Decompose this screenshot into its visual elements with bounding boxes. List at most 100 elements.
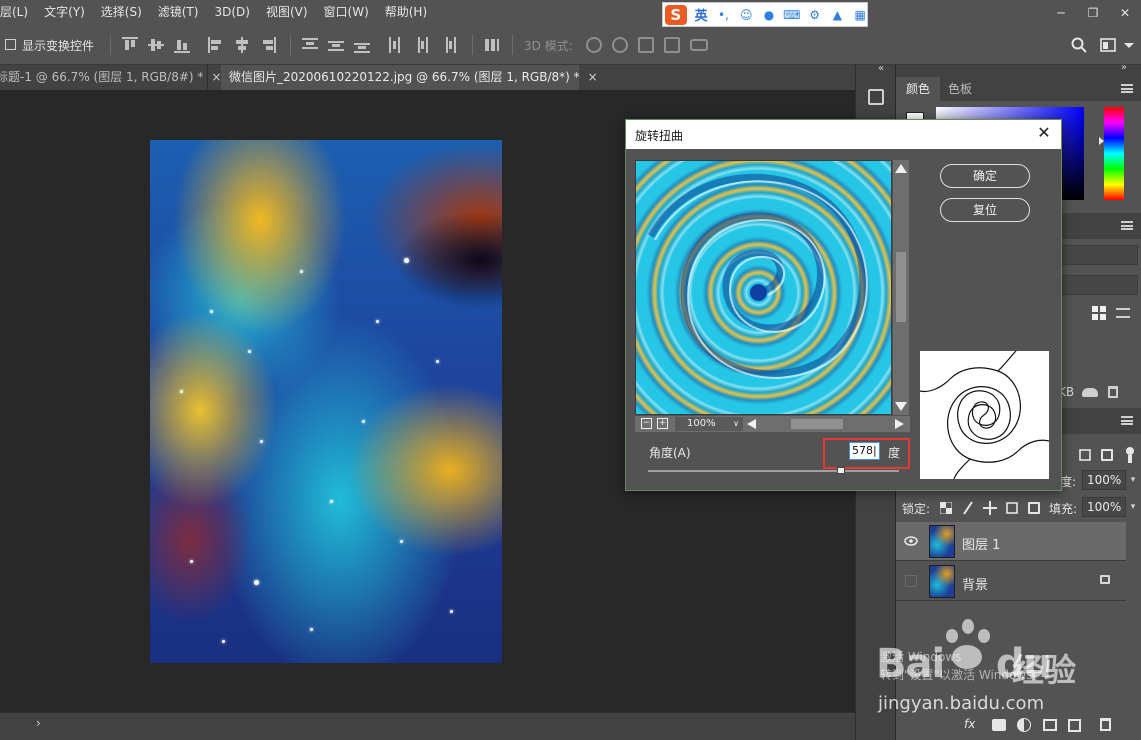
lock-all-icon[interactable]	[1028, 502, 1040, 514]
lock-transparent-icon[interactable]	[940, 502, 952, 514]
document-canvas[interactable]	[150, 140, 502, 663]
lock-pixels-icon[interactable]	[962, 501, 974, 515]
chevron-down-icon[interactable]: ▾	[1126, 470, 1140, 490]
keyboard-icon[interactable]: ⌨	[783, 8, 800, 22]
scroll-down-icon[interactable]	[895, 402, 907, 411]
scroll-thumb[interactable]	[896, 252, 906, 322]
layer-row-background[interactable]: 背景	[896, 562, 1126, 601]
cloud-icon[interactable]	[1082, 388, 1098, 397]
align-vcenter-icon[interactable]	[148, 37, 164, 53]
list-view-icon[interactable]	[1116, 308, 1130, 318]
layer-row-layer1[interactable]: 图层 1	[896, 522, 1126, 561]
3d-orbit-icon[interactable]	[586, 37, 602, 53]
3d-roll-icon[interactable]	[612, 37, 628, 53]
filter-preview[interactable]	[635, 160, 892, 415]
angle-slider-track[interactable]	[648, 470, 899, 472]
tab-wechat-image[interactable]: 微信图片_20200610220122.jpg @ 66.7% (图层 1, R…	[221, 65, 598, 90]
angle-slider-thumb[interactable]	[837, 467, 845, 474]
close-icon[interactable]: ×	[211, 70, 221, 84]
scroll-up-icon[interactable]	[895, 164, 907, 173]
tools-icon[interactable]: ⚙	[808, 8, 822, 22]
tab-swatches[interactable]: 色板	[938, 77, 982, 101]
eye-icon[interactable]	[904, 535, 918, 547]
menu-view[interactable]: 视图(V)	[258, 0, 316, 25]
scroll-right-icon[interactable]	[895, 419, 904, 429]
distribute-hcenter-icon[interactable]	[414, 37, 430, 53]
skin-icon[interactable]: ▲	[831, 8, 845, 22]
align-top-icon[interactable]	[122, 37, 138, 53]
menu-help[interactable]: 帮助(H)	[377, 0, 435, 25]
distribute-vcenter-icon[interactable]	[328, 37, 344, 53]
fx-icon[interactable]: fx	[964, 717, 975, 731]
chevron-down-icon[interactable]: ▾	[1126, 497, 1140, 517]
lock-filter-icon[interactable]	[1101, 449, 1113, 461]
auto-align-icon[interactable]	[484, 37, 500, 53]
ime-language-toggle[interactable]: 英	[695, 5, 708, 24]
dialog-titlebar[interactable]: 旋转扭曲 ✕	[626, 120, 1061, 149]
menu-select[interactable]: 选择(S)	[93, 0, 150, 25]
lock-position-icon[interactable]	[983, 501, 997, 515]
align-bottom-icon[interactable]	[174, 37, 190, 53]
distribute-top-icon[interactable]	[302, 37, 318, 53]
tab-untitled-1[interactable]: 标题-1 @ 66.7% (图层 1, RGB/8#) * ×	[0, 65, 221, 90]
menu-layer[interactable]: 层(L)	[0, 0, 36, 25]
expand-icon[interactable]: »	[1121, 62, 1127, 73]
scroll-left-icon[interactable]	[747, 419, 756, 429]
workspace-dropdown-icon[interactable]	[1124, 43, 1134, 49]
minimize-icon[interactable]: ─	[1045, 0, 1077, 25]
distribute-left-icon[interactable]	[388, 37, 404, 53]
hue-slider[interactable]	[1104, 107, 1124, 200]
tab-color[interactable]: 颜色	[896, 77, 941, 101]
sogou-logo-icon[interactable]: S	[665, 4, 687, 25]
new-group-icon[interactable]	[1043, 719, 1057, 731]
align-hcenter-icon[interactable]	[234, 37, 250, 53]
lock-artboard-icon[interactable]	[1005, 501, 1019, 515]
align-right-icon[interactable]	[260, 37, 276, 53]
emoji-icon[interactable]: ☺	[739, 8, 753, 22]
menu-window[interactable]: 窗口(W)	[316, 0, 377, 25]
grid-icon[interactable]: ▦	[853, 8, 867, 22]
trash-icon[interactable]	[1100, 718, 1111, 731]
preview-vertical-scrollbar[interactable]	[893, 160, 909, 415]
fill-input[interactable]: 100%	[1082, 497, 1126, 517]
close-icon[interactable]: ×	[588, 70, 598, 84]
panel-menu-icon[interactable]	[1121, 416, 1133, 425]
adjustment-layer-icon[interactable]	[1017, 718, 1031, 732]
distribute-bottom-icon[interactable]	[354, 37, 370, 53]
workspace-icon[interactable]	[1100, 38, 1118, 52]
chevron-down-icon[interactable]: ∨	[729, 417, 743, 431]
zoom-in-button[interactable]: +	[657, 418, 668, 429]
menu-3d[interactable]: 3D(D)	[206, 0, 257, 25]
filter-toggle-icon[interactable]	[1125, 446, 1135, 464]
menu-filter[interactable]: 滤镜(T)	[150, 0, 207, 25]
collapse-icon[interactable]: «	[878, 63, 884, 74]
punctuation-icon[interactable]: •,	[717, 8, 731, 22]
zoom-out-button[interactable]: −	[641, 418, 652, 429]
grid-view-icon[interactable]	[1092, 306, 1106, 320]
status-expand-icon[interactable]: ›	[36, 716, 41, 730]
transform-filter-icon[interactable]	[1078, 448, 1092, 462]
3d-pan-icon[interactable]	[638, 37, 654, 53]
add-mask-icon[interactable]	[992, 719, 1006, 731]
opacity-input[interactable]: 100%	[1082, 470, 1126, 490]
show-transform-checkbox[interactable]	[5, 39, 16, 50]
new-layer-icon[interactable]	[1068, 719, 1081, 732]
menu-type[interactable]: 文字(Y)	[36, 0, 93, 25]
3d-slide-icon[interactable]	[664, 37, 680, 53]
search-icon[interactable]	[1071, 37, 1087, 53]
ok-button[interactable]: 确定	[940, 164, 1030, 188]
close-icon[interactable]: ✕	[1109, 0, 1141, 25]
visibility-toggle[interactable]	[905, 575, 917, 587]
reset-button[interactable]: 复位	[940, 198, 1030, 222]
trash-icon[interactable]	[1108, 386, 1118, 398]
angle-input[interactable]: 578|	[849, 442, 880, 460]
horizontal-scroll-thumb[interactable]	[791, 419, 843, 429]
microphone-icon[interactable]: ●	[762, 8, 776, 22]
restore-icon[interactable]: ❐	[1077, 0, 1109, 25]
panel-menu-icon[interactable]	[1121, 221, 1133, 230]
panel-menu-icon[interactable]	[1121, 84, 1133, 93]
distribute-right-icon[interactable]	[440, 37, 456, 53]
3d-scale-icon[interactable]	[690, 39, 708, 51]
align-left-icon[interactable]	[208, 37, 224, 53]
close-icon[interactable]: ✕	[1035, 124, 1053, 142]
